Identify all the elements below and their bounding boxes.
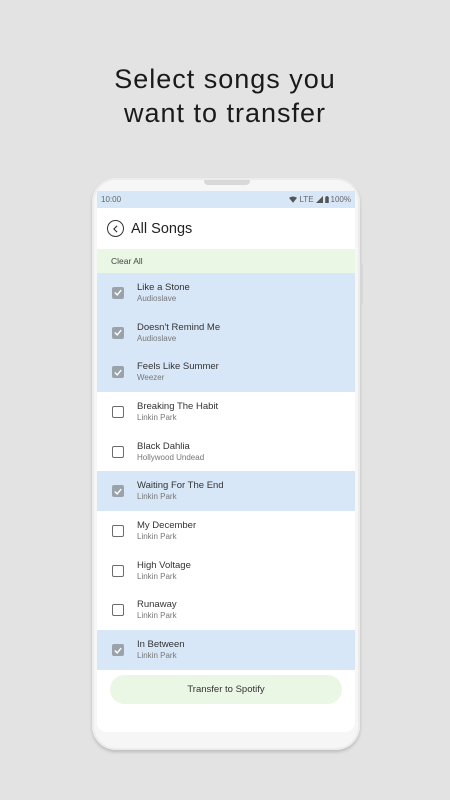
- headline-line-1: Select songs you: [114, 64, 336, 94]
- back-button[interactable]: [107, 220, 124, 237]
- song-row[interactable]: Feels Like Summer Weezer: [97, 352, 355, 393]
- song-text: Like a Stone Audioslave: [137, 282, 190, 304]
- status-bar: 10:00 LTE 100%: [97, 191, 355, 208]
- song-row[interactable]: In Between Linkin Park: [97, 630, 355, 670]
- song-text: Feels Like Summer Weezer: [137, 361, 219, 383]
- song-checkbox[interactable]: [112, 644, 124, 657]
- song-artist: Weezer: [137, 373, 165, 383]
- song-text: Runaway Linkin Park: [137, 599, 177, 621]
- phone-side-button: [360, 264, 363, 304]
- song-title: My December: [137, 519, 197, 531]
- wifi-icon: [289, 196, 298, 203]
- battery-icon: [324, 196, 329, 203]
- song-artist: Audioslave: [137, 333, 177, 343]
- song-row[interactable]: Waiting For The End Linkin Park: [97, 471, 355, 512]
- song-text: My December Linkin Park: [137, 520, 196, 542]
- song-artist: Hollywood Undead: [137, 452, 205, 462]
- song-text: Breaking The Habit Linkin Park: [137, 401, 218, 423]
- song-checkbox[interactable]: [112, 524, 124, 537]
- app-bar: All Songs: [97, 208, 355, 249]
- song-title: Runaway: [137, 599, 177, 611]
- song-checkbox[interactable]: [112, 405, 124, 418]
- footer: Transfer to Spotify: [97, 670, 355, 704]
- song-row[interactable]: Doesn't Remind Me Audioslave: [97, 312, 355, 353]
- status-icons: LTE 100%: [289, 195, 351, 204]
- song-title: Feels Like Summer: [137, 361, 219, 373]
- song-artist: Linkin Park: [137, 492, 177, 502]
- song-row[interactable]: Breaking The Habit Linkin Park: [97, 392, 355, 432]
- chevron-left-icon: [113, 224, 118, 233]
- checkmark-icon: [114, 289, 122, 297]
- song-checkbox[interactable]: [112, 326, 124, 339]
- song-checkbox[interactable]: [112, 604, 124, 617]
- song-artist: Linkin Park: [137, 571, 177, 581]
- song-title: Breaking The Habit: [137, 400, 219, 412]
- song-text: Doesn't Remind Me Audioslave: [137, 322, 220, 344]
- song-list: Like a Stone Audioslave Doesn't Remind Me A…: [97, 273, 355, 670]
- status-time: 10:00: [101, 195, 122, 204]
- song-title: Waiting For The End: [137, 480, 224, 492]
- song-artist: Linkin Park: [137, 611, 177, 621]
- song-row[interactable]: Runaway Linkin Park: [97, 590, 355, 631]
- song-row[interactable]: High Voltage Linkin Park: [97, 550, 355, 591]
- song-title: Black Dahlia: [137, 440, 190, 452]
- checkmark-icon: [114, 488, 122, 495]
- song-row[interactable]: My December Linkin Park: [97, 511, 355, 551]
- song-checkbox[interactable]: [112, 564, 124, 577]
- song-text: High Voltage Linkin Park: [137, 560, 191, 582]
- song-text: Black Dahlia Hollywood Undead: [137, 441, 204, 463]
- network-label: LTE: [299, 195, 314, 204]
- song-text: Waiting For The End Linkin Park: [137, 480, 224, 502]
- headline-line-2: want to transfer: [123, 98, 327, 128]
- page-title: All Songs: [131, 220, 193, 237]
- song-text: In Between Linkin Park: [137, 639, 185, 661]
- song-artist: Linkin Park: [137, 412, 177, 422]
- song-checkbox[interactable]: [112, 485, 124, 498]
- song-artist: Audioslave: [137, 293, 177, 303]
- song-row[interactable]: Like a Stone Audioslave: [97, 273, 355, 313]
- song-artist: Linkin Park: [137, 531, 177, 541]
- song-title: Like a Stone: [137, 281, 190, 293]
- song-checkbox[interactable]: [112, 286, 124, 299]
- transfer-to-spotify-button[interactable]: Transfer to Spotify: [110, 674, 342, 704]
- phone-frame: 10:00 LTE 100% All Songs Clear All Like …: [92, 178, 363, 750]
- song-title: High Voltage: [137, 559, 191, 571]
- phone-screen: 10:00 LTE 100% All Songs Clear All Like …: [97, 191, 355, 732]
- checkmark-icon: [114, 369, 122, 376]
- checkmark-icon: [114, 329, 122, 336]
- signal-icon: [315, 196, 323, 203]
- battery-level: 100%: [330, 195, 351, 204]
- checkmark-icon: [114, 647, 122, 654]
- selection-toolbar: Clear All: [97, 249, 355, 273]
- song-checkbox[interactable]: [112, 366, 124, 379]
- phone-notch: [204, 180, 250, 185]
- clear-all-button[interactable]: Clear All: [111, 256, 143, 266]
- promo-headline: Select songs you want to transfer: [0, 62, 450, 130]
- song-title: In Between: [137, 639, 185, 651]
- song-artist: Linkin Park: [137, 651, 177, 661]
- song-row[interactable]: Black Dahlia Hollywood Undead: [97, 431, 355, 472]
- song-title: Doesn't Remind Me: [137, 321, 221, 333]
- song-checkbox[interactable]: [112, 445, 124, 458]
